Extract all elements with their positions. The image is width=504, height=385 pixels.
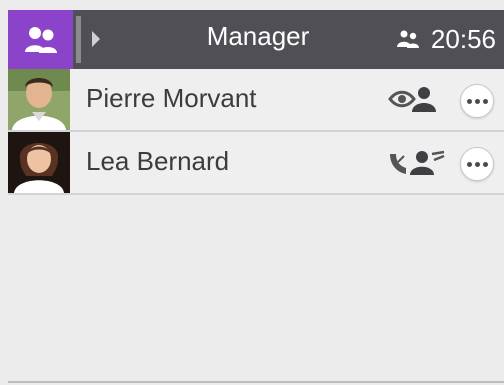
list-item[interactable]: Pierre Morvant: [8, 69, 504, 132]
contact-name: Pierre Morvant: [86, 83, 257, 113]
header-bar: Manager 20:56: [8, 10, 504, 69]
footer-divider: [8, 381, 504, 383]
more-options-button[interactable]: [460, 84, 494, 118]
contacts-app-button[interactable]: [8, 10, 73, 69]
contact-list: Pierre Morvant Lea Bernard: [8, 69, 504, 195]
ellipsis-icon: [466, 98, 488, 104]
page-title: Manager: [206, 21, 310, 51]
avatar: [8, 132, 70, 193]
header-divider: [76, 16, 81, 63]
expand-chevron-icon[interactable]: [91, 30, 101, 53]
users-small-icon: [396, 30, 419, 48]
clock: 20:56: [430, 23, 496, 54]
more-options-button[interactable]: [460, 147, 494, 181]
avatar: [8, 69, 70, 130]
list-item[interactable]: Lea Bernard: [8, 132, 504, 195]
phone-user-icon: [388, 148, 446, 181]
contact-name: Lea Bernard: [86, 146, 230, 176]
ellipsis-icon: [466, 161, 488, 167]
status-area: 20:56: [396, 21, 496, 57]
manager-screen: Manager 20:56 Pierre Morvant Lea Bernard: [0, 0, 504, 385]
users-icon: [24, 26, 57, 53]
eye-user-icon: [388, 85, 438, 118]
